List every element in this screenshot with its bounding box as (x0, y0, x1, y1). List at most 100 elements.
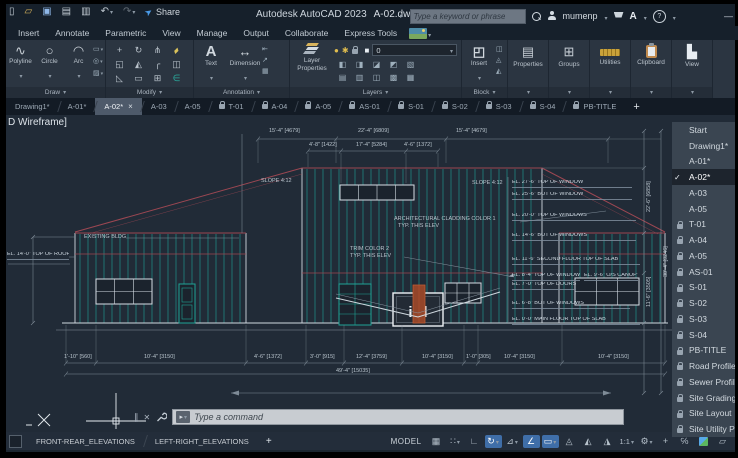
viewport-controls-label[interactable]: D Wireframe] (8, 117, 67, 128)
layer-tool-icon[interactable]: ▥ (356, 73, 364, 82)
layer-tool-icon[interactable]: ◪ (373, 60, 381, 69)
model-space-canvas[interactable]: D Wireframe] (6, 115, 735, 432)
layout-tab-left-right[interactable]: LEFT-RIGHT_ELEVATIONS (145, 432, 259, 450)
ellipse-icon[interactable]: ◎ (93, 57, 103, 67)
ribbon-tab[interactable]: Express Tools (336, 26, 405, 40)
explode-icon[interactable]: ◫ (172, 59, 181, 70)
grid-display-icon[interactable]: ▦ (428, 435, 445, 448)
dropdown-caret-icon[interactable] (131, 7, 135, 17)
view-panel[interactable]: ▙ View (672, 40, 713, 98)
layer-on-icon[interactable]: ● (334, 46, 339, 55)
file-tab[interactable]: Drawing1* × (6, 98, 59, 115)
fillet-icon[interactable]: ╭ (155, 59, 160, 70)
rectangle-icon[interactable]: ▭ (93, 45, 103, 55)
save-icon[interactable]: ▣ (42, 7, 54, 17)
table-icon[interactable]: ▦ (262, 67, 269, 76)
ribbon-image-button[interactable] (409, 28, 427, 39)
sheet-list-item[interactable]: ✓ Sewer Profile (672, 374, 735, 390)
utilities-panel[interactable]: Utilities (590, 40, 631, 98)
layer-tool-icon[interactable]: ▤ (339, 73, 347, 82)
model-button[interactable]: MODEL (391, 437, 422, 446)
copy-icon[interactable]: ◱ (115, 59, 124, 70)
scale-icon[interactable]: ◺ (116, 73, 123, 84)
sheet-list-item[interactable]: ✓ Site Layout (672, 406, 735, 422)
leader-icon[interactable]: ↗ (262, 56, 269, 65)
file-tab[interactable]: A-03 × (142, 98, 176, 115)
minimize-button[interactable]: — (724, 11, 733, 21)
layer-thaw-icon[interactable]: ✱ (342, 46, 349, 55)
isometric-drafting-icon[interactable]: ⊿ (504, 435, 521, 448)
sheet-list-item[interactable]: ✓ T-01 (672, 217, 735, 233)
annotation-panel-footer[interactable]: Annotation (194, 87, 289, 98)
layer-tool-icon[interactable]: ◫ (373, 73, 381, 82)
plot-icon[interactable]: ▥ (81, 7, 93, 17)
panel-footer-caret[interactable] (549, 87, 589, 98)
ribbon-tab[interactable]: Annotate (47, 26, 97, 40)
workspace-gear-icon[interactable]: ⚙ (638, 435, 655, 448)
layer-color-icon[interactable]: ■ (365, 46, 370, 55)
file-tab[interactable]: A-05 × (176, 98, 210, 115)
command-input[interactable]: ▸ Type a command (172, 409, 624, 425)
sheet-list-item[interactable]: ✓ A-02* (672, 169, 735, 185)
sheet-list-item[interactable]: ✓ A-05 (672, 248, 735, 264)
layer-tool-icon[interactable]: ▦ (407, 73, 415, 82)
hatch-icon[interactable]: ▨ (93, 69, 103, 79)
block-attributes-icon[interactable]: ◭ (496, 67, 503, 76)
sheet-list-item[interactable]: ✓ Drawing1* (672, 138, 735, 154)
command-customize-wrench-icon[interactable] (155, 411, 167, 423)
linear-dimension-icon[interactable]: ⇤ (262, 45, 269, 54)
file-tab[interactable]: A-05 × (296, 98, 340, 115)
properties-panel[interactable]: ▤ Properties (508, 40, 549, 98)
user-avatar-icon[interactable] (547, 11, 557, 21)
app-store-cart-icon[interactable] (614, 12, 624, 18)
sheet-list-item[interactable]: ✓ A-05 (672, 201, 735, 217)
account-caret-icon[interactable] (604, 7, 608, 25)
file-tab[interactable]: A-04 × (253, 98, 297, 115)
erase-icon[interactable]: ▰ (171, 45, 182, 56)
panel-footer-caret[interactable] (672, 87, 712, 98)
layer-tool-icon[interactable]: ◩ (390, 60, 398, 69)
sheet-list-item[interactable]: ✓ S-03 (672, 311, 735, 327)
edit-block-icon[interactable]: ◬ (496, 56, 503, 65)
help-caret-icon[interactable] (672, 7, 676, 25)
ribbon-tab[interactable]: Collaborate (277, 26, 336, 40)
ribbon-tab[interactable]: View (154, 26, 188, 40)
ribbon-tab[interactable]: Insert (10, 26, 47, 40)
annotation-scale-value[interactable]: 1:1 (618, 435, 636, 448)
file-tab[interactable]: T-01 × (210, 98, 253, 115)
file-tab[interactable]: A-01* × (59, 98, 96, 115)
layer-tool-icon[interactable]: ◧ (339, 60, 347, 69)
panel-footer-caret[interactable] (631, 87, 671, 98)
sheet-list-item[interactable]: ✓ S-02 (672, 295, 735, 311)
ortho-mode-icon[interactable]: ∟ (466, 435, 483, 448)
new-drawing-button[interactable]: + (625, 98, 647, 115)
annotation-scale-icon[interactable]: ◮ (599, 435, 616, 448)
new-layout-button[interactable]: + (259, 436, 279, 447)
layer-tool-icon[interactable]: ▩ (390, 73, 398, 82)
ribbon-tab[interactable]: Manage (189, 26, 236, 40)
layout-tab-front-rear[interactable]: FRONT-REAR_ELEVATIONS (26, 432, 145, 450)
block-panel-footer[interactable]: Block (462, 87, 507, 98)
sheet-list-item[interactable]: ✓ A-03 (672, 185, 735, 201)
trim-icon[interactable]: ⋔ (154, 45, 162, 56)
modify-panel-footer[interactable]: Modify (106, 87, 193, 98)
command-prompt-icon[interactable]: ▸ (176, 411, 190, 423)
file-tab[interactable]: S-03 × (477, 98, 521, 115)
store-caret-icon[interactable] (643, 7, 647, 25)
sheet-list-item[interactable]: ✓ A-04 (672, 232, 735, 248)
share-icon[interactable]: ➤Share (145, 8, 180, 17)
sheet-list-item[interactable]: ✓ A-01* (672, 154, 735, 170)
rotate-icon[interactable]: ↻ (135, 45, 143, 56)
sheet-list-item[interactable]: ✓ S-01 (672, 280, 735, 296)
layers-panel-footer[interactable]: Layers (290, 87, 461, 98)
annotation-autoscale-icon[interactable]: ◭ (580, 435, 597, 448)
move-icon[interactable]: + (117, 45, 122, 55)
sheet-list-item[interactable]: ✓ AS-01 (672, 264, 735, 280)
array-icon[interactable]: ⊞ (154, 73, 162, 84)
redo-icon[interactable]: ↷ (123, 7, 138, 17)
ribbon-tab[interactable]: Output (235, 26, 277, 40)
draw-panel-footer[interactable]: Draw (6, 87, 105, 98)
clipboard-panel[interactable]: Clipboard (631, 40, 672, 98)
file-tab[interactable]: S-02 × (433, 98, 477, 115)
file-tab[interactable]: AS-01 × (340, 98, 389, 115)
